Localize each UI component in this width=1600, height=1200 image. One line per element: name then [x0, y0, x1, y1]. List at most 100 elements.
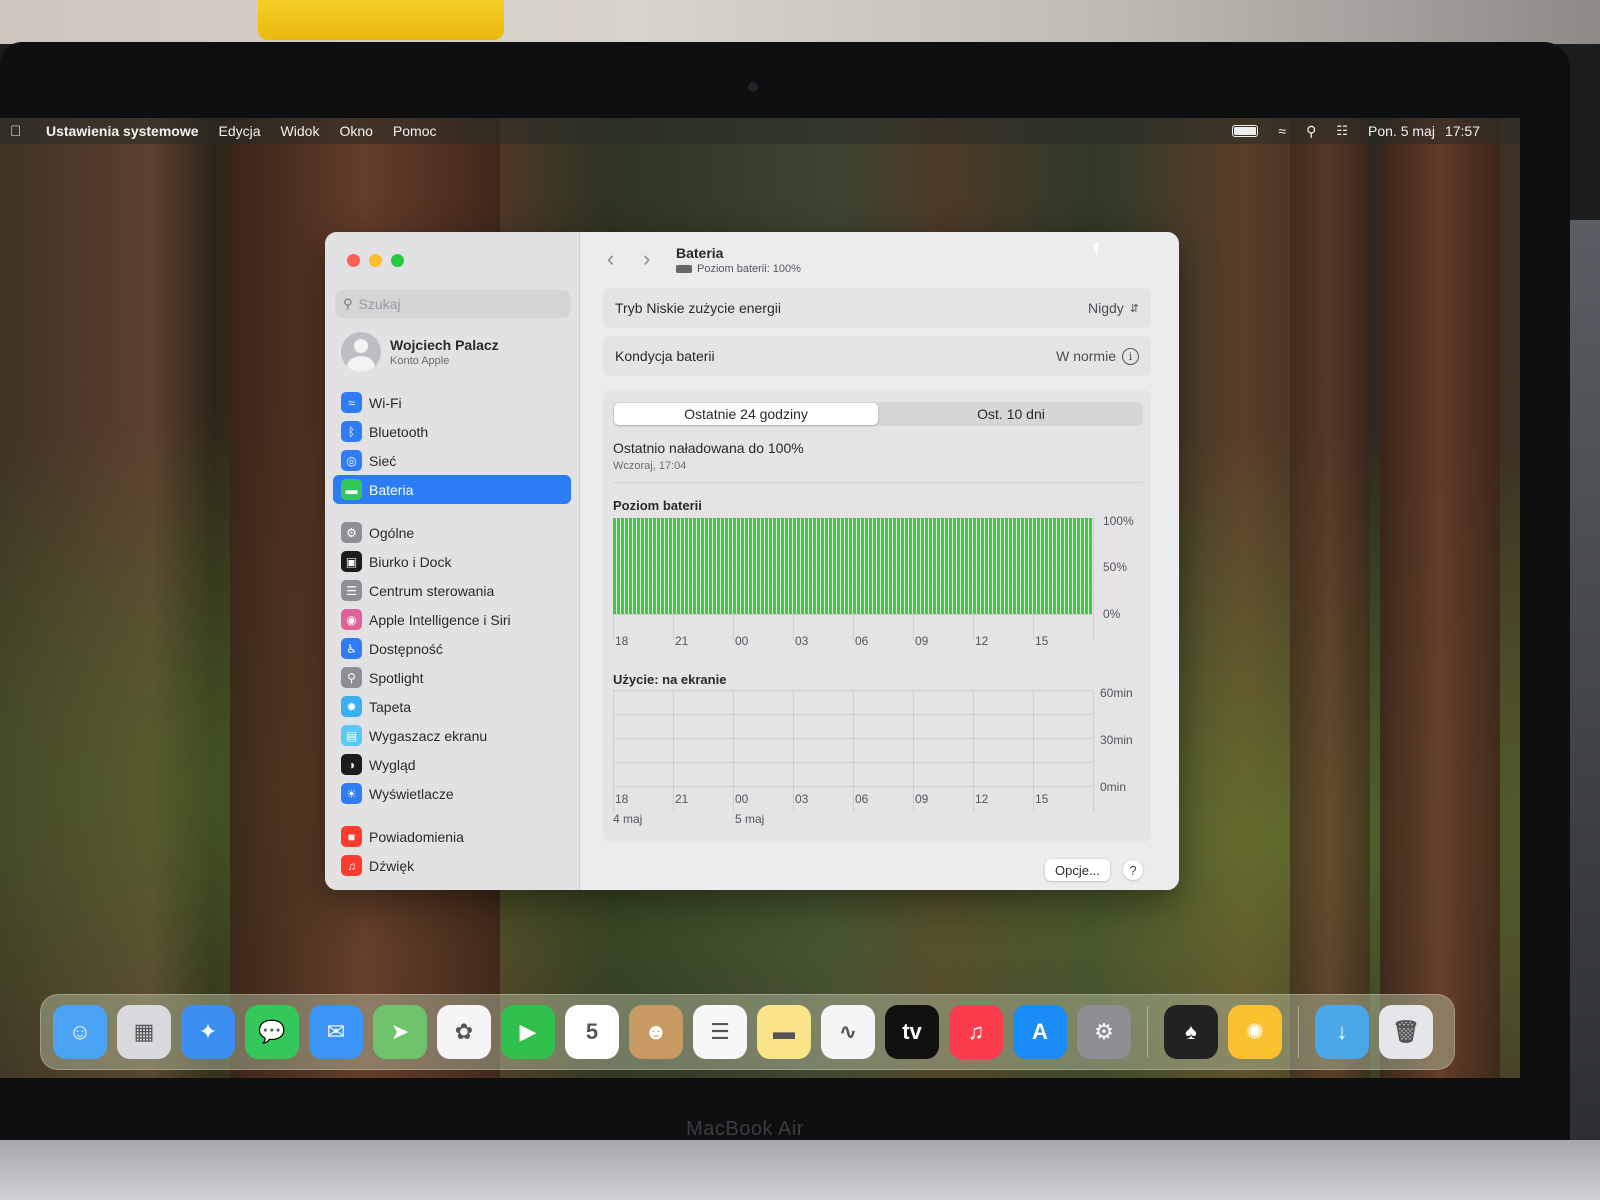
battery-bar [1045, 518, 1048, 614]
help-button[interactable]: ? [1123, 860, 1143, 880]
battery-bar [841, 518, 844, 614]
battery-bar [749, 518, 752, 614]
trash-icon[interactable]: 🗑 [1379, 1005, 1433, 1059]
sidebar-item-screensaver[interactable]: ▤ Wygaszacz ekranu [333, 721, 571, 750]
sidebar-item-gear[interactable]: ⚙ Ogólne [333, 518, 571, 547]
battery-bar [1073, 518, 1076, 614]
battery-bar [657, 518, 660, 614]
menubar-date[interactable]: Pon. 5 maj [1368, 123, 1435, 139]
freeform-icon[interactable]: ∿ [821, 1005, 875, 1059]
search-icon: ⚲ [343, 296, 353, 311]
battery-bar [669, 518, 672, 614]
maps-icon[interactable]: ➤ [373, 1005, 427, 1059]
battery-bar [1085, 518, 1088, 614]
battery-bar [817, 518, 820, 614]
sidebar-item-bluetooth[interactable]: ᛒ Bluetooth [333, 417, 571, 446]
user-name: Wojciech Palacz [390, 337, 499, 353]
window-controls [347, 254, 404, 267]
bartender-icon[interactable]: ♠ [1164, 1005, 1218, 1059]
battery-bar [1017, 518, 1020, 614]
info-icon[interactable]: i [1122, 347, 1139, 365]
battery-bar [889, 518, 892, 614]
user-subtitle: Konto Apple [390, 355, 450, 367]
battery-health-row: Kondycja baterii W normie i [603, 336, 1151, 376]
back-arrow-icon[interactable]: ‹ [607, 246, 614, 272]
battery-bar [937, 518, 940, 614]
appstore-icon[interactable]: A [1013, 1005, 1067, 1059]
y-tick-label: 0min [1100, 780, 1127, 794]
notes-icon[interactable]: ▬ [757, 1005, 811, 1059]
messages-icon[interactable]: 💬 [245, 1005, 299, 1059]
bluetooth-icon: ᛒ [341, 421, 362, 442]
battery-bar [805, 518, 808, 614]
tab-24h[interactable]: Ostatnie 24 godziny [614, 403, 878, 425]
battery-bar [825, 518, 828, 614]
close-button[interactable] [347, 254, 360, 267]
sidebar-item-label: Wygaszacz ekranu [369, 727, 488, 744]
battery-bar [681, 518, 684, 614]
sidebar-item-spotlight[interactable]: ⚲ Spotlight [333, 663, 571, 692]
minimize-button[interactable] [369, 254, 382, 267]
menu-widok[interactable]: Widok [281, 123, 320, 139]
apple-account[interactable]: Wojciech Palacz Konto Apple [341, 332, 499, 372]
sidebar-item-notifications[interactable]: ■ Powiadomienia [333, 822, 571, 851]
sidebar-item-control-center[interactable]: ☰ Centrum sterowania [333, 576, 571, 605]
wallpaper-icon: ✹ [341, 696, 362, 717]
menu-pomoc[interactable]: Pomoc [393, 123, 437, 139]
sidebar-item-siri[interactable]: ◉ Apple Intelligence i Siri [333, 605, 571, 634]
sidebar-item-globe[interactable]: ◎ Sieć [333, 446, 571, 475]
menubar-wifi-icon[interactable]: ≈ [1278, 123, 1286, 139]
battery-bar [969, 518, 972, 614]
downloads-folder-icon[interactable]: ↓ [1315, 1005, 1369, 1059]
menubar-time[interactable]: 17:57 [1445, 123, 1480, 139]
menu-okno[interactable]: Okno [339, 123, 372, 139]
wallpaper-trunk [1380, 118, 1500, 1078]
sidebar-item-appearance[interactable]: ◑ Wygląd [333, 750, 571, 779]
control-center-icon[interactable]: ☷ [1336, 123, 1348, 139]
sidebar-item-battery[interactable]: ▬ Bateria [333, 475, 571, 504]
battery-bar [1089, 518, 1092, 614]
music-icon[interactable]: ♫ [949, 1005, 1003, 1059]
sidebar-item-dock[interactable]: ▣ Biurko i Dock [333, 547, 571, 576]
battery-bar [1077, 518, 1080, 614]
reminders-icon[interactable]: ☰ [693, 1005, 747, 1059]
sidebar-item-accessibility[interactable]: ♿ Dostępność [333, 634, 571, 663]
menu-edycja[interactable]: Edycja [219, 123, 261, 139]
mail-icon[interactable]: ✉ [309, 1005, 363, 1059]
sidebar-item-sound[interactable]: ♫ Dźwięk [333, 851, 571, 880]
battery-bar [673, 518, 676, 614]
search-field[interactable]: ⚲ [335, 290, 571, 318]
sidebar-item-display[interactable]: ☀ Wyświetlacze [333, 779, 571, 808]
last-charged-time: Wczoraj, 17:04 [613, 460, 687, 472]
contacts-icon[interactable]: ☻ [629, 1005, 683, 1059]
battery-health-value-group: W normie i [1056, 347, 1139, 365]
battery-bar [993, 518, 996, 614]
battery-bar [637, 518, 640, 614]
battery-bar [985, 518, 988, 614]
dock-separator [1147, 1006, 1148, 1058]
tips-icon[interactable]: ✺ [1228, 1005, 1282, 1059]
menubar-battery-icon[interactable] [1232, 125, 1259, 137]
finder-icon[interactable]: ☺ [53, 1005, 107, 1059]
menu-app-name[interactable]: Ustawienia systemowe [46, 123, 199, 139]
control-center-icon: ☰ [341, 580, 362, 601]
calendar-icon[interactable]: 5 [565, 1005, 619, 1059]
low-power-select[interactable]: Nigdy ⇵ [1088, 300, 1139, 316]
options-button[interactable]: Opcje... [1045, 859, 1110, 881]
search-input[interactable] [358, 296, 549, 312]
menubar-search-icon[interactable]: ⚲ [1306, 123, 1316, 140]
safari-icon[interactable]: ✦ [181, 1005, 235, 1059]
apple-menu-icon[interactable]:  [10, 123, 26, 140]
forward-arrow-icon[interactable]: › [643, 246, 650, 272]
sidebar-item-wifi[interactable]: ≈ Wi-Fi [333, 388, 571, 417]
battery-bar [633, 518, 636, 614]
siri-icon: ◉ [341, 609, 362, 630]
zoom-button[interactable] [391, 254, 404, 267]
system-settings-icon[interactable]: ⚙ [1077, 1005, 1131, 1059]
launchpad-icon[interactable]: ▦ [117, 1005, 171, 1059]
sidebar-item-wallpaper[interactable]: ✹ Tapeta [333, 692, 571, 721]
facetime-icon[interactable]: ▶ [501, 1005, 555, 1059]
tv-icon[interactable]: tv [885, 1005, 939, 1059]
photos-icon[interactable]: ✿ [437, 1005, 491, 1059]
tab-10d[interactable]: Ost. 10 dni [879, 402, 1143, 426]
